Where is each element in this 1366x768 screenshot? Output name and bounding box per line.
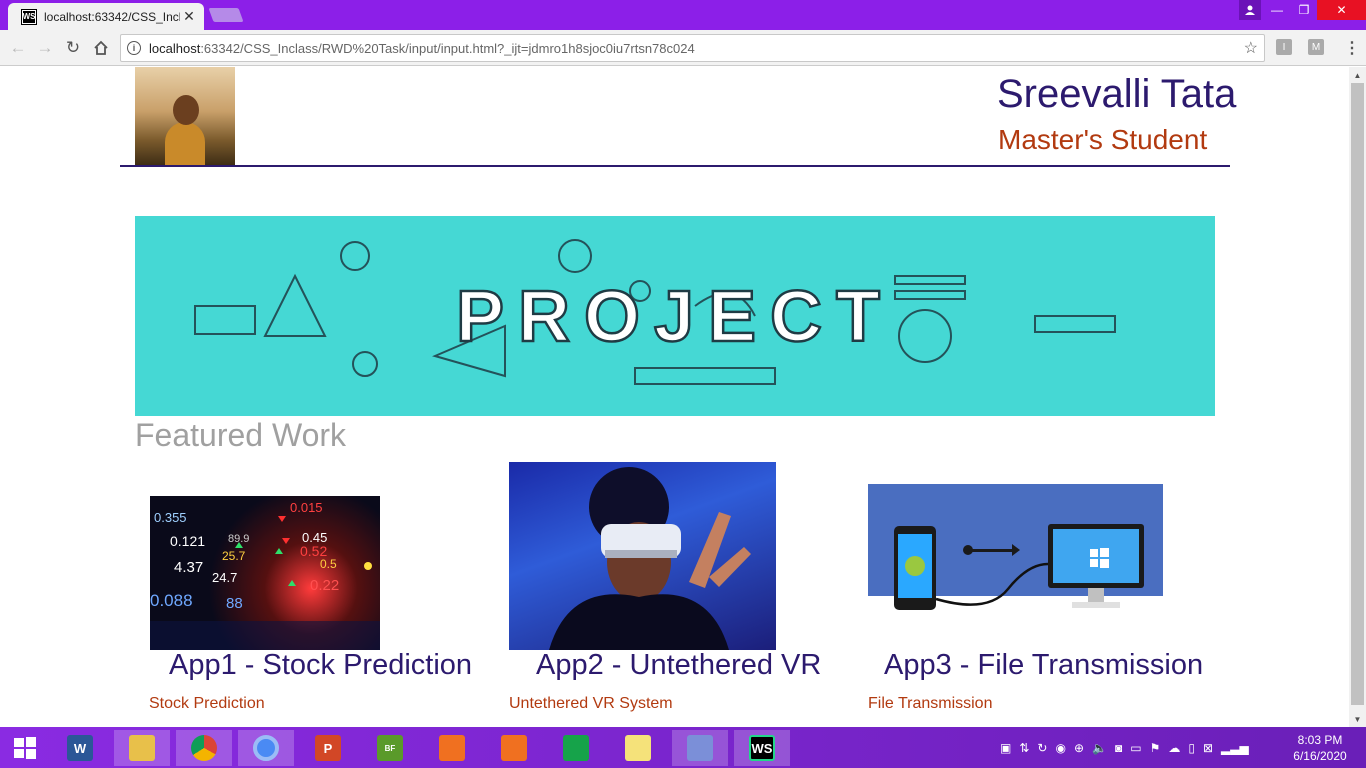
menu-kebab-icon[interactable]: ⋮ <box>1344 38 1360 58</box>
forward-arrow-icon[interactable]: → <box>33 36 57 60</box>
minimize-button[interactable]: — <box>1263 0 1291 20</box>
photo-app-icon[interactable] <box>424 730 480 766</box>
zoom-icon[interactable]: ▣ <box>1000 741 1011 755</box>
system-tray: ▣ ⇅ ↻ ◉ ⊕ 🔈 ◙ ▭ ⚑ ☁ ▯ ⊠ ▂▃▅ <box>1000 727 1257 768</box>
cloud-icon[interactable]: ☁ <box>1168 741 1180 755</box>
windows-taskbar: W P BF WS ▣ ⇅ ↻ ◉ ⊕ 🔈 ◙ ▭ ⚑ ☁ ▯ ⊠ ▂▃▅ 8:… <box>0 727 1366 768</box>
project-banner-image: PROJECT <box>135 216 1215 416</box>
stock-number: 0.22 <box>310 577 339 594</box>
task-app-icon[interactable] <box>672 730 728 766</box>
stock-number: 0.088 <box>150 591 193 610</box>
stock-number: 0.5 <box>320 557 337 571</box>
big-farm-icon[interactable]: BF <box>362 730 418 766</box>
signal-icon[interactable]: ▂▃▅ <box>1221 741 1249 755</box>
home-icon[interactable] <box>89 36 113 60</box>
file-transmission-image[interactable] <box>868 484 1163 650</box>
notification-center-icon[interactable] <box>1355 727 1366 768</box>
banner-text: PROJECT <box>456 277 894 357</box>
card-desc-app3: File Transmission <box>868 695 993 712</box>
store-icon[interactable] <box>548 730 604 766</box>
header-divider <box>120 165 1230 167</box>
scroll-down-icon[interactable]: ▼ <box>1349 711 1366 727</box>
section-title: Featured Work <box>135 417 347 453</box>
card-title-app2: App2 - Untethered VR <box>536 649 822 681</box>
camera-tray-icon[interactable]: ◙ <box>1115 741 1122 755</box>
clock-date: 6/16/2020 <box>1293 749 1347 763</box>
tab-title: localhost:63342/CSS_Incl <box>44 9 180 24</box>
web-page: Sreevalli Tata Master's Student PROJECT … <box>0 67 1349 727</box>
extension-i-icon[interactable]: I <box>1276 39 1292 55</box>
stock-number: 0.355 <box>154 510 187 525</box>
url-path: :63342/CSS_Inclass/RWD%20Task/input/inpu… <box>200 40 695 56</box>
powerpoint-icon[interactable]: P <box>300 730 356 766</box>
address-bar[interactable]: i localhost:63342/CSS_Inclass/RWD%20Task… <box>120 34 1265 62</box>
restore-button[interactable]: ❐ <box>1291 0 1317 20</box>
stock-number: 25.7 <box>222 549 246 563</box>
card-desc-app1: Stock Prediction <box>149 695 265 712</box>
clock-time: 8:03 PM <box>1297 733 1343 747</box>
card-title-app1: App1 - Stock Prediction <box>169 649 473 681</box>
page-subtitle: Master's Student <box>998 124 1208 155</box>
reload-icon[interactable]: ↻ <box>61 36 85 60</box>
browser-tab[interactable]: WS localhost:63342/CSS_Incl ✕ <box>8 3 204 30</box>
stock-number: 4.37 <box>174 559 203 576</box>
stock-number: 0.121 <box>170 533 205 549</box>
word-icon[interactable]: W <box>52 730 108 766</box>
flag-icon[interactable]: ⚑ <box>1150 741 1161 755</box>
display-icon[interactable]: ▭ <box>1130 741 1141 755</box>
scroll-up-icon[interactable]: ▲ <box>1349 67 1366 83</box>
taskbar-clock[interactable]: 8:03 PM 6/16/2020 <box>1290 732 1350 764</box>
file-explorer-icon[interactable] <box>114 730 170 766</box>
profile-icon[interactable] <box>1239 0 1261 20</box>
tab-close-icon[interactable]: ✕ <box>180 8 198 25</box>
card-desc-app2: Untethered VR System <box>509 695 673 712</box>
vr-headset-image[interactable] <box>509 462 776 650</box>
webstorm-icon[interactable]: WS <box>734 730 790 766</box>
sticky-notes-icon[interactable] <box>610 730 666 766</box>
page-title: Sreevalli Tata <box>997 72 1237 116</box>
browser-title-bar: WS localhost:63342/CSS_Incl ✕ — ❐ ✕ <box>0 0 1366 30</box>
bookmark-star-icon[interactable]: ☆ <box>1244 38 1258 58</box>
windows-start-icon[interactable] <box>0 730 50 766</box>
chrome-window-icon[interactable] <box>238 730 294 766</box>
stock-number: 0.015 <box>290 500 323 515</box>
extension-m-icon[interactable]: M <box>1308 39 1324 55</box>
new-tab-button[interactable] <box>208 8 244 22</box>
stock-number: 88 <box>226 595 243 612</box>
vpn-icon[interactable]: ⊕ <box>1074 741 1084 755</box>
camera-app-icon[interactable] <box>486 730 542 766</box>
network-sync-icon[interactable]: ⇅ <box>1019 741 1029 755</box>
scrollbar-thumb[interactable] <box>1351 83 1364 705</box>
volume-icon[interactable]: 🔈 <box>1092 741 1107 755</box>
url-host: localhost <box>149 40 201 56</box>
power-alert-icon[interactable]: ⊠ <box>1203 741 1213 755</box>
browser-toolbar: ← → ↻ i localhost:63342/CSS_Inclass/RWD%… <box>0 30 1366 66</box>
stock-number: 24.7 <box>212 570 237 585</box>
back-arrow-icon[interactable]: ← <box>6 36 30 60</box>
wifi-app-icon[interactable]: ◉ <box>1055 741 1065 755</box>
close-window-button[interactable]: ✕ <box>1317 0 1366 20</box>
battery-icon[interactable]: ▯ <box>1188 741 1195 755</box>
chrome-icon[interactable] <box>176 730 232 766</box>
refresh-tray-icon[interactable]: ↻ <box>1037 741 1047 755</box>
stock-prediction-image[interactable]: 0.355 0.015 0.121 89.9 0.45 4.37 25.7 0.… <box>150 496 380 650</box>
profile-photo <box>135 67 235 165</box>
webstorm-favicon-icon: WS <box>21 8 37 25</box>
card-title-app3: App3 - File Transmission <box>884 649 1204 681</box>
info-icon[interactable]: i <box>127 41 141 55</box>
page-scrollbar[interactable]: ▲ ▼ <box>1349 67 1366 727</box>
